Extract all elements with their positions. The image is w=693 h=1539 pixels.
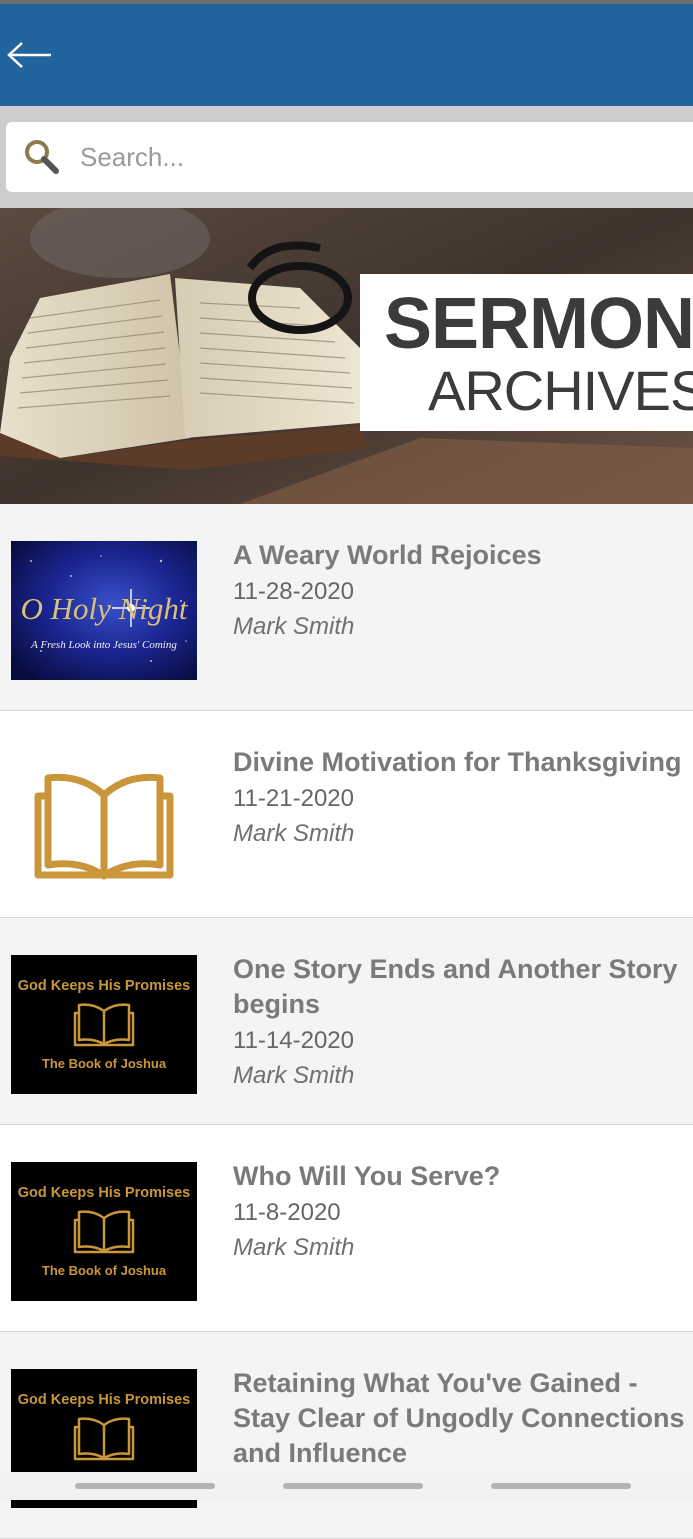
sermon-thumbnail	[11, 748, 197, 887]
sermon-info: Retaining What You've Gained - Stay Clea…	[233, 1366, 688, 1473]
sermon-title: A Weary World Rejoices	[233, 540, 542, 570]
system-nav-bar	[0, 1472, 693, 1500]
joshua-artwork: God Keeps His Promises The Book of Joshu…	[11, 1162, 197, 1301]
nav-home-handle[interactable]	[283, 1483, 423, 1489]
sermon-thumbnail: God Keeps His Promises The Book of Joshu…	[11, 1162, 197, 1301]
thumb-subtitle: The Book of Joshua	[42, 1056, 167, 1071]
open-book-icon	[34, 773, 174, 880]
sermon-list: O Holy Night A Fresh Look into Jesus' Co…	[0, 504, 693, 1539]
sermon-title: Divine Motivation for Thanksgiving	[233, 747, 682, 777]
thumb-title: God Keeps His Promises	[18, 978, 190, 994]
thumb-title: God Keeps His Promises	[18, 1185, 190, 1201]
thumb-title: O Holy Night	[20, 591, 188, 626]
sermon-date: 11-28-2020	[233, 578, 354, 605]
thumb-title: God Keeps His Promises	[18, 1392, 190, 1408]
search-icon	[25, 140, 59, 174]
hero-banner: SERMON ARCHIVES	[0, 208, 693, 504]
hero-title-sermon: SERMON	[384, 284, 693, 364]
app-bar	[0, 4, 693, 106]
sermon-date: 11-8-2020	[233, 1199, 341, 1226]
sermon-item[interactable]: God Keeps His Promises The Book of Joshu…	[0, 1332, 693, 1539]
thumb-subtitle: A Fresh Look into Jesus' Coming	[30, 639, 177, 651]
search-bar	[0, 106, 693, 208]
sermon-info: Divine Motivation for Thanksgiving 11-21…	[233, 745, 688, 852]
sermon-info: A Weary World Rejoices 11-28-2020 Mark S…	[233, 538, 688, 645]
sermon-title: Who Will You Serve?	[233, 1161, 501, 1191]
sermon-date: 11-21-2020	[233, 785, 354, 812]
sermon-item[interactable]: God Keeps His Promises The Book of Joshu…	[0, 1125, 693, 1332]
sermon-speaker: Mark Smith	[233, 1062, 355, 1089]
hero-title-box: SERMON ARCHIVES	[360, 274, 693, 431]
sermon-date: 11-14-2020	[233, 1027, 354, 1054]
sermon-info: Who Will You Serve? 11-8-2020 Mark Smith	[233, 1159, 688, 1266]
sermon-info: One Story Ends and Another Story begins …	[233, 952, 688, 1094]
nav-recents-handle[interactable]	[75, 1483, 215, 1489]
sermon-item[interactable]: O Holy Night A Fresh Look into Jesus' Co…	[0, 504, 693, 711]
sermon-title: Retaining What You've Gained - Stay Clea…	[233, 1368, 685, 1468]
nav-back-handle[interactable]	[491, 1483, 631, 1489]
holy-night-artwork: O Holy Night A Fresh Look into Jesus' Co…	[11, 541, 197, 680]
hero-title-archives: ARCHIVES	[428, 359, 693, 422]
sermon-speaker: Mark Smith	[233, 613, 355, 640]
sermon-title: One Story Ends and Another Story begins	[233, 954, 678, 1019]
sermon-item[interactable]: God Keeps His Promises The Book of Joshu…	[0, 918, 693, 1125]
sermon-speaker: Mark Smith	[233, 820, 355, 847]
sermon-thumbnail: God Keeps His Promises The Book of Joshu…	[11, 955, 197, 1094]
search-input[interactable]	[78, 140, 662, 174]
joshua-artwork: God Keeps His Promises The Book of Joshu…	[11, 955, 197, 1094]
sermon-item[interactable]: Divine Motivation for Thanksgiving 11-21…	[0, 711, 693, 918]
arrow-left-icon	[7, 42, 51, 68]
back-button[interactable]	[0, 26, 60, 84]
sermon-speaker: Mark Smith	[233, 1234, 355, 1261]
sermon-thumbnail: O Holy Night A Fresh Look into Jesus' Co…	[11, 541, 197, 680]
thumb-subtitle: The Book of Joshua	[42, 1263, 167, 1278]
search-box[interactable]	[6, 122, 693, 192]
